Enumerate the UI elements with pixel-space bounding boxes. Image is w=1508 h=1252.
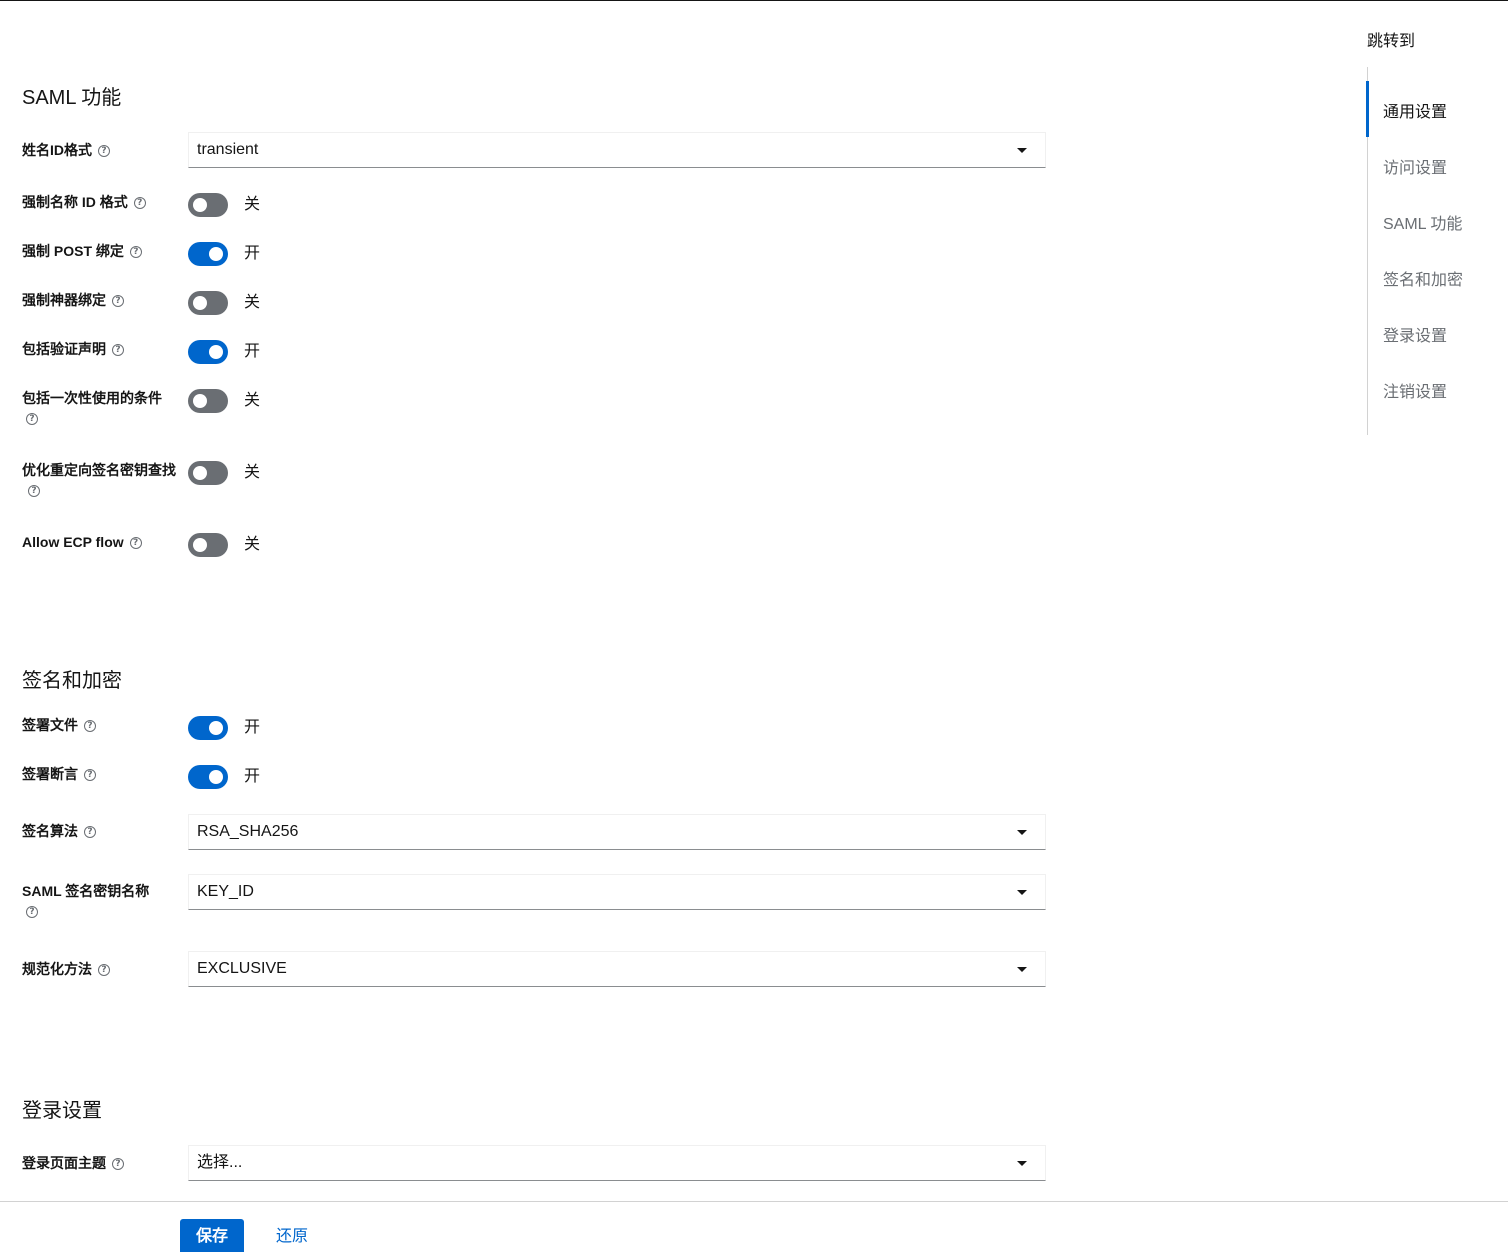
force-name-id-format-state: 关	[244, 196, 261, 213]
include-authn-statement-label-group: 包括验证声明?	[22, 337, 124, 361]
key-name-value: KEY_ID	[197, 883, 254, 900]
section-title-saml: SAML 功能	[22, 87, 122, 109]
caret-down-icon	[1017, 830, 1027, 835]
force-artifact-binding-state: 关	[244, 294, 261, 311]
include-one-time-use-label-group: 包括一次性使用的条件 ?	[22, 386, 182, 428]
login-theme-select[interactable]: 选择...	[188, 1145, 1046, 1181]
switch-knob	[209, 247, 223, 261]
help-icon[interactable]: ?	[112, 343, 124, 356]
sign-assertions-state: 开	[244, 768, 261, 785]
sign-documents-state: 开	[244, 719, 261, 736]
signature-algorithm-select[interactable]: RSA_SHA256	[188, 814, 1046, 850]
include-authn-statement-label: 包括验证声明	[22, 341, 106, 357]
name-id-format-label: 姓名ID格式	[22, 142, 92, 158]
switch-knob	[209, 770, 223, 784]
switch-knob	[193, 198, 207, 212]
revert-button[interactable]: 还原	[276, 1219, 308, 1252]
help-icon[interactable]: ?	[98, 963, 110, 976]
force-name-id-format-switch[interactable]	[188, 193, 228, 217]
include-one-time-use-switch[interactable]	[188, 389, 228, 413]
jump-to-item-login[interactable]: 登录设置	[1383, 322, 1447, 346]
optimize-redirect-label-group: 优化重定向签名密钥查找?	[22, 458, 182, 500]
save-button[interactable]: 保存	[180, 1219, 244, 1252]
section-title-signature: 签名和加密	[22, 670, 122, 692]
jump-to-title: 跳转到	[1367, 33, 1416, 50]
jump-to-item-general[interactable]: 通用设置	[1383, 98, 1447, 122]
login-theme-label: 登录页面主题	[22, 1155, 106, 1171]
help-icon[interactable]: ?	[133, 196, 146, 209]
caret-down-icon	[1017, 890, 1027, 895]
jump-to-item-logout[interactable]: 注销设置	[1383, 378, 1447, 402]
include-authn-statement-state: 开	[244, 343, 261, 360]
force-name-id-format-label-group: 强制名称 ID 格式?	[22, 190, 146, 214]
force-post-binding-label: 强制 POST 绑定	[22, 243, 124, 259]
force-post-binding-switch[interactable]	[188, 242, 228, 266]
jump-to-item-signature[interactable]: 签名和加密	[1383, 266, 1463, 290]
login-theme-value: 选择...	[197, 1154, 243, 1171]
sign-documents-label-group: 签署文件?	[22, 713, 96, 737]
caret-down-icon	[1017, 148, 1027, 153]
sign-assertions-label: 签署断言	[22, 766, 78, 782]
signature-algorithm-value: RSA_SHA256	[197, 823, 299, 840]
signature-algorithm-label-group: 签名算法?	[22, 819, 96, 843]
name-id-format-label-group: 姓名ID格式?	[22, 138, 110, 162]
force-post-binding-label-group: 强制 POST 绑定?	[22, 239, 142, 263]
switch-knob	[209, 721, 223, 735]
force-artifact-binding-label: 强制神器绑定	[22, 292, 106, 308]
force-artifact-binding-label-group: 强制神器绑定?	[22, 288, 124, 312]
canonicalization-label: 规范化方法	[22, 961, 92, 977]
key-name-select[interactable]: KEY_ID	[188, 874, 1046, 910]
allow-ecp-flow-label-group: Allow ECP flow?	[22, 530, 142, 554]
include-one-time-use-state: 关	[244, 392, 261, 409]
switch-knob	[193, 394, 207, 408]
help-icon[interactable]: ?	[112, 1157, 124, 1170]
caret-down-icon	[1017, 1161, 1027, 1166]
switch-knob	[193, 296, 207, 310]
canonicalization-label-group: 规范化方法?	[22, 957, 110, 981]
caret-down-icon	[1017, 967, 1027, 972]
help-icon[interactable]: ?	[112, 294, 124, 307]
form-footer: 保存 还原	[0, 1201, 1508, 1252]
include-one-time-use-label: 包括一次性使用的条件	[22, 390, 162, 406]
sign-assertions-label-group: 签署断言?	[22, 762, 96, 786]
signature-algorithm-label: 签名算法	[22, 823, 78, 839]
jump-to-active-indicator	[1366, 81, 1369, 137]
help-icon[interactable]: ?	[26, 905, 38, 918]
force-post-binding-state: 开	[244, 245, 261, 262]
force-artifact-binding-switch[interactable]	[188, 291, 228, 315]
sign-assertions-switch[interactable]	[188, 765, 228, 789]
jump-to-item-saml[interactable]: SAML 功能	[1383, 210, 1462, 234]
canonicalization-value: EXCLUSIVE	[197, 960, 287, 977]
key-name-label-group: SAML 签名密钥名称 ?	[22, 879, 182, 921]
sign-documents-label: 签署文件	[22, 717, 78, 733]
section-title-login: 登录设置	[22, 1100, 102, 1122]
optimize-redirect-label: 优化重定向签名密钥查找	[22, 462, 176, 478]
help-icon[interactable]: ?	[129, 536, 142, 549]
sign-documents-switch[interactable]	[188, 716, 228, 740]
switch-knob	[193, 466, 207, 480]
help-icon[interactable]: ?	[84, 825, 96, 838]
force-name-id-format-label: 强制名称 ID 格式	[22, 194, 128, 210]
optimize-redirect-switch[interactable]	[188, 461, 228, 485]
include-authn-statement-switch[interactable]	[188, 340, 228, 364]
allow-ecp-flow-label: Allow ECP flow	[22, 534, 124, 550]
switch-knob	[209, 345, 223, 359]
help-icon[interactable]: ?	[28, 484, 40, 497]
login-theme-label-group: 登录页面主题?	[22, 1151, 124, 1175]
help-icon[interactable]: ?	[26, 412, 38, 425]
name-id-format-value: transient	[197, 141, 259, 158]
switch-knob	[193, 538, 207, 552]
allow-ecp-flow-state: 关	[244, 536, 261, 553]
help-icon[interactable]: ?	[98, 144, 110, 157]
help-icon[interactable]: ?	[84, 719, 96, 732]
optimize-redirect-state: 关	[244, 464, 261, 481]
jump-to-item-access[interactable]: 访问设置	[1383, 154, 1447, 178]
name-id-format-select[interactable]: transient	[188, 132, 1046, 168]
key-name-label: SAML 签名密钥名称	[22, 883, 150, 899]
help-icon[interactable]: ?	[129, 245, 142, 258]
allow-ecp-flow-switch[interactable]	[188, 533, 228, 557]
help-icon[interactable]: ?	[84, 768, 96, 781]
canonicalization-select[interactable]: EXCLUSIVE	[188, 951, 1046, 987]
